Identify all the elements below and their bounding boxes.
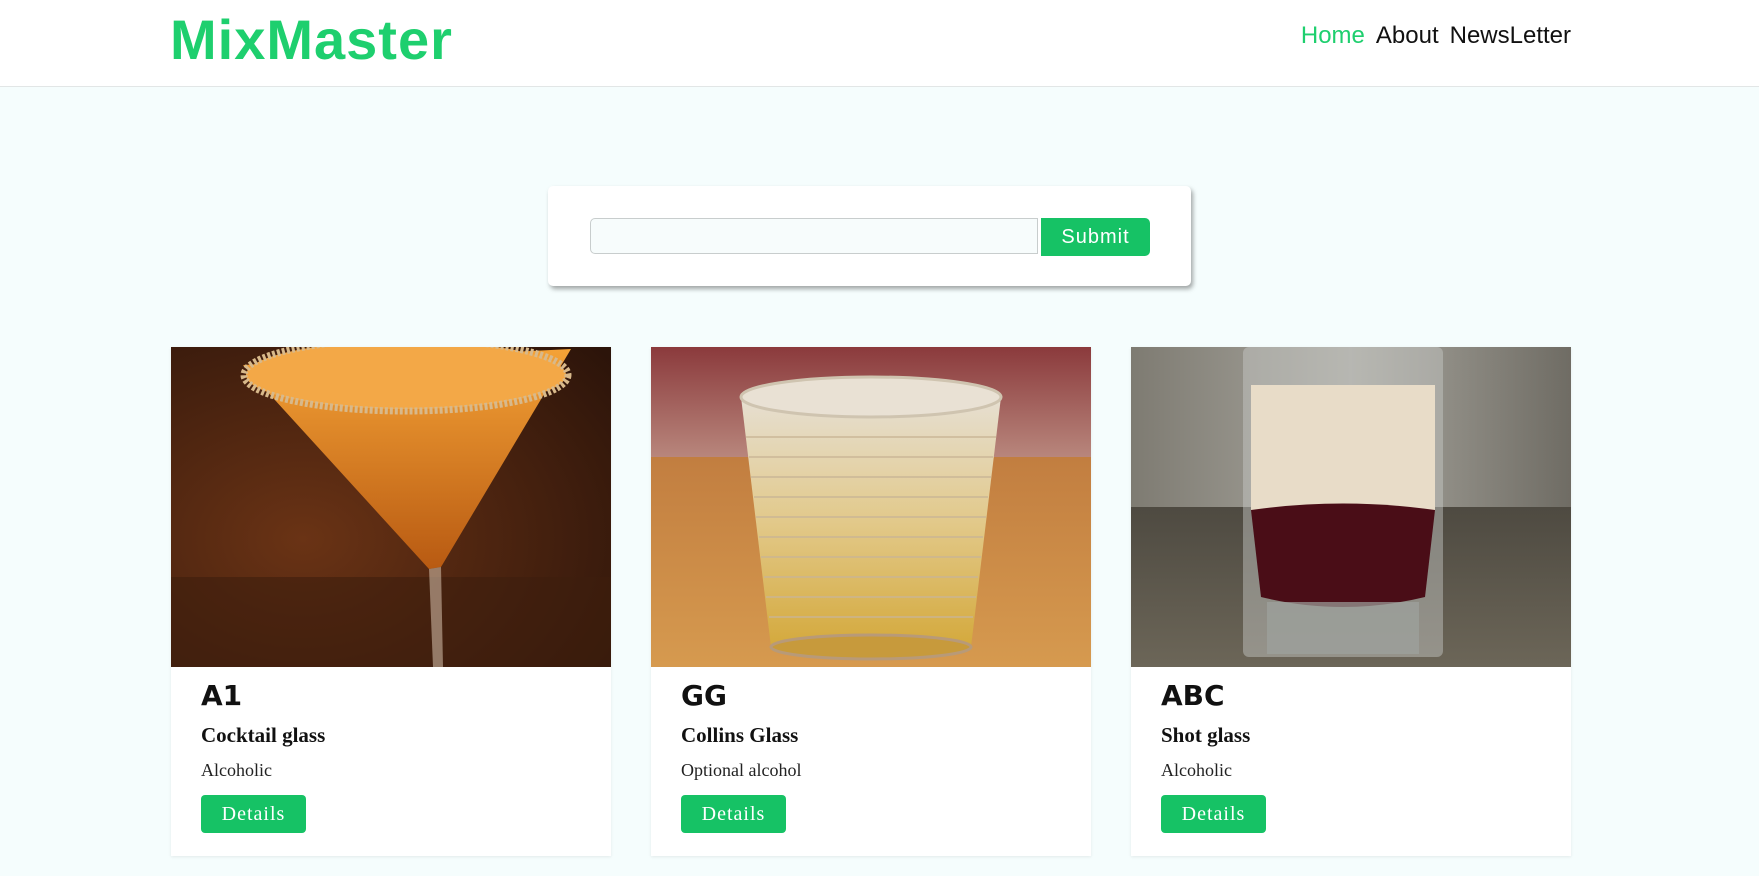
cocktail-image-martini [171, 347, 611, 667]
cocktail-name: ABC [1161, 679, 1225, 712]
cocktail-alcoholic: Optional alcohol [681, 760, 802, 780]
cocktail-image-shot [1131, 347, 1571, 667]
cocktail-alcoholic: Alcoholic [201, 760, 272, 780]
navbar: MixMaster Home About NewsLetter [0, 0, 1759, 87]
details-button[interactable]: Details [201, 795, 306, 833]
cocktail-glass: Shot glass [1161, 723, 1251, 747]
nav-links: Home About NewsLetter [1301, 20, 1571, 52]
nav-link-newsletter[interactable]: NewsLetter [1450, 20, 1571, 52]
cocktail-name: A1 [201, 679, 243, 712]
nav-link-home[interactable]: Home [1301, 20, 1365, 52]
logo[interactable]: MixMaster [170, 8, 453, 72]
cocktail-glass: Cocktail glass [201, 723, 326, 747]
cocktail-name: GG [681, 679, 727, 712]
cocktail-card: ABC Shot glass Alcoholic Details [1131, 347, 1571, 856]
cocktail-image-glass [651, 347, 1091, 667]
details-button[interactable]: Details [681, 795, 786, 833]
search-input[interactable] [590, 218, 1038, 254]
nav-link-about[interactable]: About [1376, 20, 1439, 52]
cocktail-card: A1 Cocktail glass Alcoholic Details [171, 347, 611, 856]
submit-button[interactable]: Submit [1041, 218, 1150, 256]
cocktail-glass: Collins Glass [681, 723, 799, 747]
details-button[interactable]: Details [1161, 795, 1266, 833]
cocktail-card: GG Collins Glass Optional alcohol Detail… [651, 347, 1091, 856]
cocktail-alcoholic: Alcoholic [1161, 760, 1232, 780]
